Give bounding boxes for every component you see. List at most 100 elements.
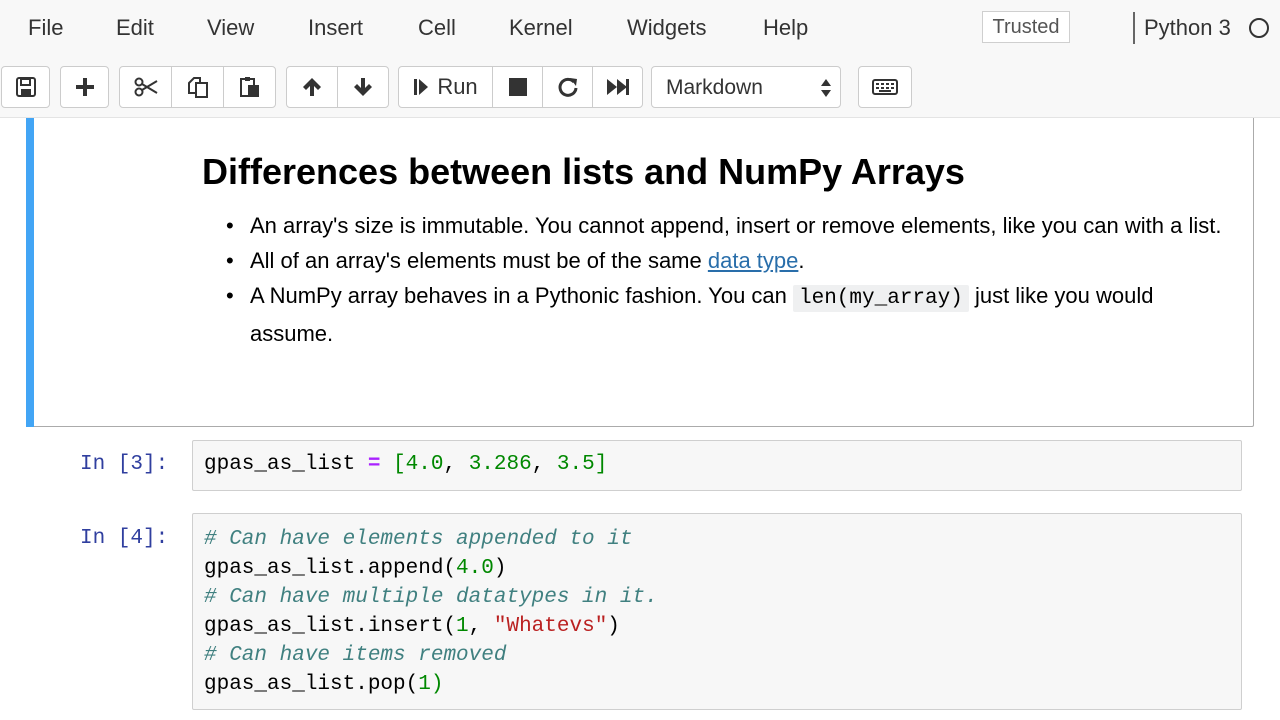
move-up-button[interactable] [286,66,338,108]
code-token: , [531,453,557,476]
menu-view[interactable]: View [207,14,254,42]
code-token: ) [430,673,444,696]
move-group [286,66,389,108]
arrow-down-icon [354,78,372,96]
list-item: • An array's size is immutable. You cann… [226,208,1240,243]
keyboard-icon [872,79,898,95]
plus-icon [75,78,94,96]
code-token: 3.286 [468,453,532,476]
bullet: • [226,248,234,273]
code-token: ) [607,615,620,638]
edit-group [119,66,276,108]
code-cell-editor[interactable]: gpas_as_list = [4.0, 3.286, 3.5] [192,440,1242,491]
paste-button[interactable] [223,66,276,108]
restart-button[interactable] [542,66,593,108]
code-token: gpas_as_list.append( [204,557,457,580]
code-token: ) [493,557,507,580]
save-group [1,66,50,108]
input-prompt: In [4]: [80,527,169,550]
list-item-text: A NumPy array behaves in a Pythonic fash… [250,283,793,308]
input-prompt: In [3]: [80,453,169,476]
code-line: gpas_as_list.pop(1) [204,670,443,699]
arrow-up-icon [303,78,321,96]
code-token: gpas_as_list.insert( [204,615,457,638]
code-token: gpas_as_list [204,453,368,476]
command-palette-button[interactable] [858,66,912,108]
code-cell-editor[interactable]: # Can have elements appended to it gpas_a… [192,513,1242,710]
code-line: # Can have items removed [204,641,506,670]
code-token: ] [594,453,608,476]
run-icon [414,79,429,95]
menu-kernel[interactable]: Kernel [509,14,573,42]
copy-icon [187,77,208,98]
code-token: 1 [418,673,431,696]
code-token: 4.0 [405,453,444,476]
cell-type-select[interactable]: Markdown [651,66,841,108]
menu-widgets[interactable]: Widgets [627,14,706,42]
run-label: Run [437,74,478,99]
paste-icon [239,77,259,97]
code-token: , [468,615,494,638]
code-token: 3.5 [556,453,595,476]
menu-cell[interactable]: Cell [418,14,456,42]
menu-edit[interactable]: Edit [116,14,154,42]
run-all-button[interactable] [592,66,643,108]
kernel-name: Python 3 [1144,15,1231,40]
insert-cell-button[interactable] [60,66,109,108]
data-type-link[interactable]: data type [708,248,799,273]
menu-insert[interactable]: Insert [308,14,363,42]
stop-icon [508,78,527,96]
list-item-text: An array's size is immutable. You cannot… [250,213,1222,238]
code-line: gpas_as_list = [4.0, 3.286, 3.5] [204,450,607,479]
code-token: # Can have elements appended to it [204,528,633,551]
scissors-icon [134,77,158,97]
run-group: Run [398,66,643,108]
selected-cell-indicator [26,118,34,427]
menubar: File Edit View Insert Cell Kernel Widget… [0,0,1280,56]
copy-button[interactable] [171,66,224,108]
inline-code: len(my_array) [793,285,969,312]
cell-type-value: Markdown [666,76,763,99]
interrupt-button[interactable] [492,66,543,108]
move-down-button[interactable] [337,66,389,108]
list-item: • A NumPy array behaves in a Pythonic fa… [226,278,1240,351]
keyboard-group [858,66,912,108]
notebook-area: Differences between lists and NumPy Arra… [0,118,1280,720]
markdown-heading: Differences between lists and NumPy Arra… [202,151,965,192]
list-item-text: All of an array's elements must be of th… [250,248,708,273]
trusted-indicator[interactable]: Trusted [982,11,1070,43]
cut-button[interactable] [119,66,172,108]
menu-file[interactable]: File [28,14,63,42]
select-arrows-icon [821,79,831,97]
code-token: [ [393,453,406,476]
code-token: , [443,453,469,476]
menu-help[interactable]: Help [763,14,808,42]
run-button[interactable]: Run [398,66,493,108]
code-token: "Whatevs" [493,615,608,638]
code-token: # Can have items removed [204,644,507,667]
code-token: gpas_as_list.pop( [204,673,419,696]
list-item-text: . [798,248,805,273]
save-icon [15,77,36,97]
code-line: gpas_as_list.append(4.0) [204,554,506,583]
kernel-separator [1133,12,1135,44]
code-token: 1 [456,615,469,638]
list-item: • All of an array's elements must be of … [226,243,1240,278]
code-line: # Can have multiple datatypes in it. [204,583,658,612]
markdown-list: • An array's size is immutable. You cann… [226,208,1240,351]
markdown-cell[interactable]: Differences between lists and NumPy Arra… [26,118,1254,427]
fast-forward-icon [606,79,629,95]
bullet: • [226,213,234,238]
save-button[interactable] [1,66,50,108]
code-token: = [367,453,381,476]
code-line: # Can have elements appended to it [204,525,632,554]
bullet: • [226,283,234,308]
code-line: gpas_as_list.insert(1, "Whatevs") [204,612,620,641]
restart-icon [558,77,577,97]
kernel-idle-icon [1249,18,1269,38]
code-token: 4.0 [456,557,494,580]
toolbar: Run Markdown [0,56,1280,118]
insert-group [60,66,109,108]
code-token: # Can have multiple datatypes in it. [204,586,658,609]
